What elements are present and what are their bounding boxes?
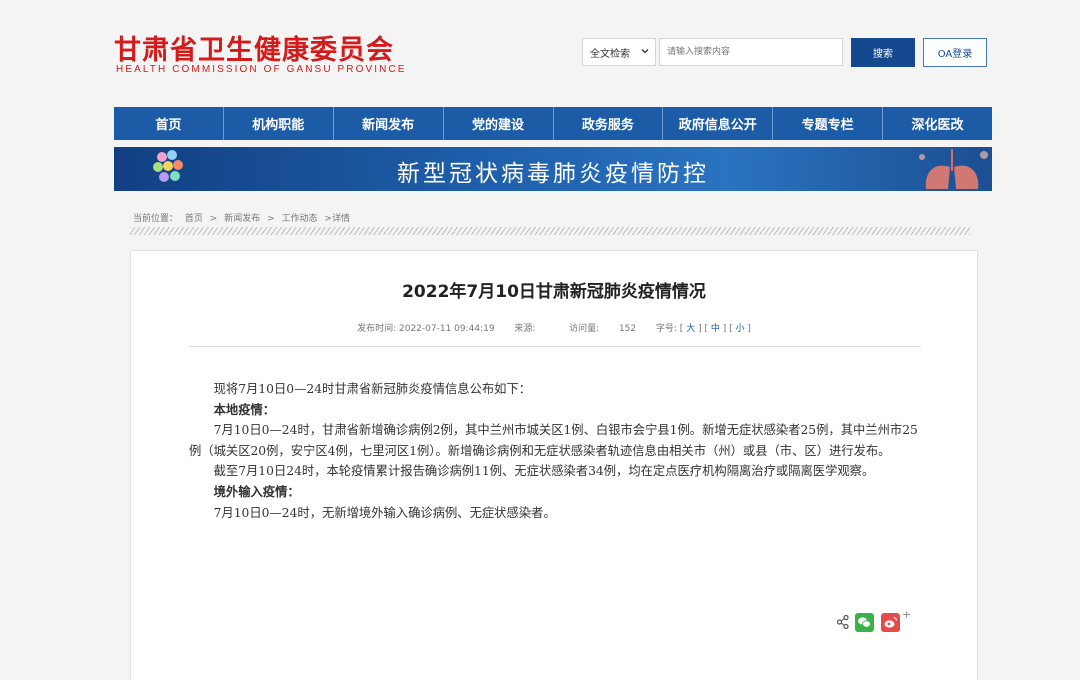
breadcrumb-work-news[interactable]: 工作动态 (282, 214, 318, 224)
main-nav: 首页 机构职能 新闻发布 党的建设 政务服务 政府信息公开 专题专栏 深化医改 (114, 107, 992, 140)
search-scope-select[interactable]: 全文检索 (582, 38, 656, 66)
font-bracket: ] [ (722, 324, 733, 334)
publish-label: 发布时间: (357, 324, 397, 334)
nav-item-news[interactable]: 新闻发布 (334, 107, 444, 140)
article-paragraph: 截至7月10日24时，本轮疫情累计报告确诊病例11例、无症状感染者34例，均在定… (213, 464, 875, 479)
banner-title: 新型冠状病毒肺炎疫情防控 (397, 161, 709, 187)
font-size-medium[interactable]: 中 (711, 324, 720, 334)
nav-item-home[interactable]: 首页 (114, 107, 224, 140)
nav-item-functions[interactable]: 机构职能 (224, 107, 334, 140)
font-size-large[interactable]: 大 (686, 324, 695, 334)
breadcrumb-separator: > (209, 214, 218, 224)
nav-item-services[interactable]: 政务服务 (554, 107, 664, 140)
covid-banner[interactable]: 新型冠状病毒肺炎疫情防控 (114, 147, 992, 191)
breadcrumb-home[interactable]: 首页 (185, 214, 203, 224)
source-label: 来源: (514, 324, 536, 334)
article-subheading: 本地疫情： (213, 401, 276, 417)
font-bracket: [ (679, 324, 684, 334)
search-input[interactable] (659, 38, 843, 66)
nav-item-topics[interactable]: 专题专栏 (773, 107, 884, 140)
nav-item-disclosure[interactable]: 政府信息公开 (663, 107, 774, 140)
breadcrumb: 当前位置： 首页 > 新闻发布 > 工作动态 >详情 (133, 211, 354, 224)
article-meta: 发布时间: 2022-07-11 09:44:19 来源: 访问量: 152 字… (131, 321, 977, 334)
font-size-small[interactable]: 小 (736, 324, 745, 334)
views-count: 152 (618, 324, 637, 334)
weibo-icon[interactable] (881, 613, 900, 632)
nav-item-party[interactable]: 党的建设 (444, 107, 554, 140)
search-scope-value: 全文检索 (590, 48, 630, 60)
search-button[interactable]: 搜索 (851, 38, 915, 67)
lungs-icon (919, 149, 988, 189)
publish-time: 2022-07-11 09:44:19 (399, 324, 495, 334)
article-paragraph: 7月10日0—24时，甘肃省新增确诊病例2例，其中兰州市城关区1例、白银市会宁县… (189, 423, 918, 458)
meta-divider (189, 346, 921, 347)
site-logo-english: HEALTH COMMISSION OF GANSU PROVINCE (116, 64, 407, 75)
site-logo[interactable]: 甘肃省卫生健康委员会 (114, 28, 394, 67)
plus-icon[interactable]: + (902, 608, 911, 621)
breadcrumb-news[interactable]: 新闻发布 (224, 214, 260, 224)
chevron-down-icon (641, 49, 649, 54)
article-paragraph: 7月10日0—24时，无新增境外输入确诊病例、无症状感染者。 (213, 505, 556, 520)
nav-item-reform[interactable]: 深化医改 (883, 107, 992, 140)
article-body: 现将7月10日0—24时甘肃省新冠肺炎疫情信息公布如下： 本地疫情： 7月10日… (189, 379, 924, 523)
font-bracket: ] (747, 324, 751, 334)
hatched-divider (130, 227, 970, 235)
site-header: 甘肃省卫生健康委员会 HEALTH COMMISSION OF GANSU PR… (0, 0, 1080, 100)
font-size-label: 字号: (655, 324, 677, 334)
article-title: 2022年7月10日甘肃新冠肺炎疫情情况 (402, 282, 706, 302)
views-label: 访问量: (569, 324, 600, 334)
article-subheading: 境外输入疫情： (213, 483, 300, 499)
oa-login-button[interactable]: OA登录 (923, 38, 987, 67)
article-panel: 2022年7月10日甘肃新冠肺炎疫情情况 发布时间: 2022-07-11 09… (130, 250, 978, 680)
share-icon[interactable] (837, 615, 849, 629)
breadcrumb-current: >详情 (324, 214, 350, 224)
font-bracket: ] [ (698, 324, 708, 334)
wechat-icon[interactable] (855, 613, 874, 632)
share-bar: + (837, 608, 927, 633)
breadcrumb-label: 当前位置： (133, 214, 179, 224)
breadcrumb-separator: > (267, 214, 275, 224)
article-paragraph: 现将7月10日0—24时甘肃省新冠肺炎疫情信息公布如下： (213, 382, 532, 396)
